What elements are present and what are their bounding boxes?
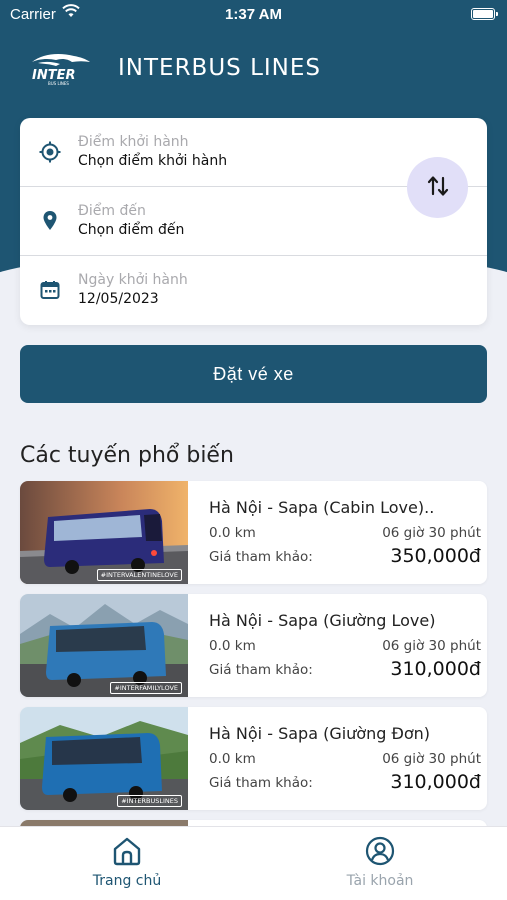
departure-label: Điểm khởi hành <box>78 134 189 150</box>
bus-image: #INTERVALENTINELOVE <box>20 481 188 584</box>
bus-image: #INTERBUSLINES <box>20 707 188 810</box>
user-icon <box>364 835 396 867</box>
book-ticket-button[interactable]: Đặt vé xe <box>20 345 487 403</box>
home-icon <box>111 835 143 867</box>
price-label: Giá tham khảo: <box>209 662 313 678</box>
svg-text:BUS LINES: BUS LINES <box>48 81 69 86</box>
route-tag: #INTERVALENTINELOVE <box>96 569 182 581</box>
destination-value: Chọn điểm đến <box>78 222 185 238</box>
route-duration: 06 giờ 30 phút <box>382 525 481 541</box>
swap-vertical-icon <box>427 174 449 202</box>
price-label: Giá tham khảo: <box>209 549 313 565</box>
location-target-icon <box>38 140 62 164</box>
search-card: Điểm khởi hành Chọn điểm khởi hành Điểm … <box>20 118 487 325</box>
route-card[interactable]: #INTERBUSLINES Hà Nội - Sapa (Giường Đơn… <box>20 707 487 810</box>
route-distance: 0.0 km <box>209 638 256 654</box>
popular-routes-title: Các tuyến phổ biến <box>20 443 234 468</box>
tab-bar: Trang chủ Tài khoản <box>0 826 507 900</box>
route-price: 350,000đ <box>390 545 481 567</box>
date-field[interactable]: Ngày khởi hành 12/05/2023 <box>20 256 487 325</box>
swap-button[interactable] <box>407 157 468 218</box>
route-tag: #INTERFAMILYLOVE <box>110 682 182 694</box>
route-tag: #INTERBUSLINES <box>117 795 182 807</box>
route-duration: 06 giờ 30 phút <box>382 751 481 767</box>
bus-image: #INTERFAMILYLOVE <box>20 594 188 697</box>
tab-home[interactable]: Trang chủ <box>57 835 197 889</box>
app-title: INTERBUS LINES <box>118 55 322 81</box>
clock: 1:37 AM <box>225 6 282 23</box>
battery-icon <box>471 8 498 20</box>
tab-account[interactable]: Tài khoản <box>310 835 450 889</box>
tab-account-label: Tài khoản <box>346 873 414 889</box>
route-name: Hà Nội - Sapa (Giường Đơn) <box>209 724 431 743</box>
tab-home-label: Trang chủ <box>92 873 162 889</box>
brand-logo: INTER BUS LINES <box>28 50 92 86</box>
route-card[interactable]: #INTERVALENTINELOVE Hà Nội - Sapa (Cabin… <box>20 481 487 584</box>
calendar-icon <box>38 278 62 302</box>
route-distance: 0.0 km <box>209 751 256 767</box>
date-label: Ngày khởi hành <box>78 272 188 288</box>
route-name: Hà Nội - Sapa (Cabin Love).. <box>209 498 435 517</box>
destination-label: Điểm đến <box>78 203 146 219</box>
route-price: 310,000đ <box>390 771 481 793</box>
status-bar: Carrier 1:37 AM <box>0 0 507 28</box>
route-name: Hà Nội - Sapa (Giường Love) <box>209 611 436 630</box>
map-pin-icon <box>38 209 62 233</box>
departure-value: Chọn điểm khởi hành <box>78 153 228 169</box>
price-label: Giá tham khảo: <box>209 775 313 791</box>
date-value: 12/05/2023 <box>78 291 159 307</box>
route-card[interactable]: #INTERFAMILYLOVE Hà Nội - Sapa (Giường L… <box>20 594 487 697</box>
route-distance: 0.0 km <box>209 525 256 541</box>
route-duration: 06 giờ 30 phút <box>382 638 481 654</box>
route-price: 310,000đ <box>390 658 481 680</box>
